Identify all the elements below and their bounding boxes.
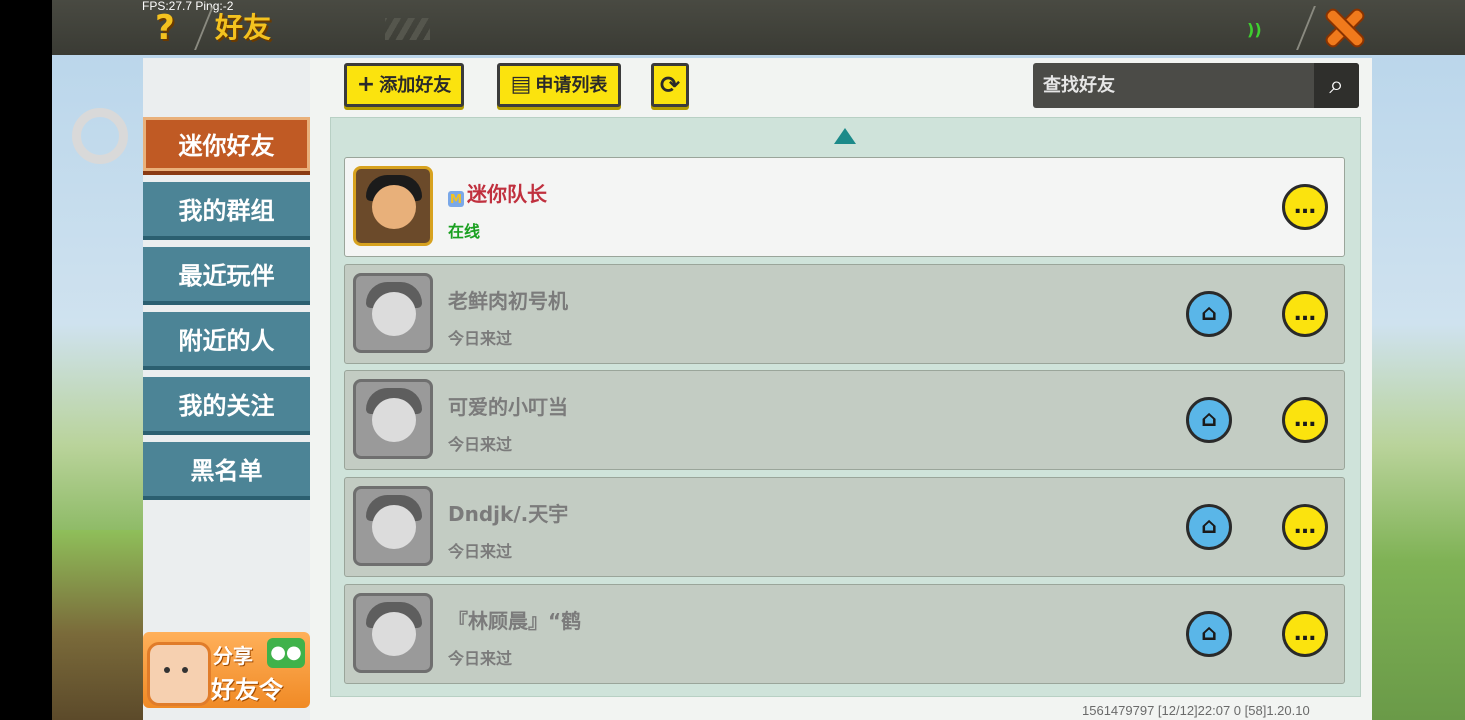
friend-name-text: 迷你队长 <box>467 182 547 206</box>
friend-status: 今日来过 <box>448 649 513 668</box>
vip-badge-icon: M <box>448 191 464 207</box>
friend-status: 在线 <box>448 222 481 241</box>
wechat-icon: ●● <box>267 638 305 668</box>
list-icon: ▤ <box>510 72 532 97</box>
friend-status: 今日来过 <box>448 435 513 454</box>
chat-button[interactable]: … <box>1282 504 1328 550</box>
plus-icon: + <box>356 72 376 97</box>
apply-list-button[interactable]: ▤ 申请列表 <box>497 63 621 107</box>
friend-name: 老鲜肉初号机 <box>448 289 568 313</box>
avatar[interactable] <box>353 273 433 353</box>
chat-button[interactable]: … <box>1282 397 1328 443</box>
friend-name: M 迷你队长 <box>448 178 547 207</box>
friend-row[interactable]: Dndjk/.天宇 今日来过 ⌂ … <box>344 477 1345 577</box>
friend-status: 今日来过 <box>448 542 513 561</box>
avatar[interactable] <box>353 486 433 566</box>
avatar[interactable] <box>353 166 433 246</box>
avatar-face <box>372 505 416 549</box>
tab-nearby[interactable]: 附近的人 <box>143 312 310 370</box>
friend-row[interactable]: M 迷你队长 在线 … <box>344 157 1345 257</box>
close-button[interactable] <box>1322 6 1366 48</box>
home-button[interactable]: ⌂ <box>1186 504 1232 550</box>
friend-row[interactable]: 老鲜肉初号机 今日来过 ⌂ … <box>344 264 1345 364</box>
search-input[interactable]: 查找好友 <box>1043 63 1115 108</box>
refresh-button[interactable]: ⟳ <box>651 63 689 107</box>
tab-blacklist[interactable]: 黑名单 <box>143 442 310 500</box>
search-box[interactable]: 查找好友 ⌕ <box>1033 63 1359 108</box>
mascot-icon <box>147 642 211 706</box>
friend-row[interactable]: 可爱的小叮当 今日来过 ⌂ … <box>344 370 1345 470</box>
signal-icon: )) <box>1247 20 1262 39</box>
refresh-icon: ⟳ <box>659 71 681 99</box>
friend-name: Dndjk/.天宇 <box>448 502 569 526</box>
tab-following[interactable]: 我的关注 <box>143 377 310 435</box>
home-button[interactable]: ⌂ <box>1186 291 1232 337</box>
avatar[interactable] <box>353 379 433 459</box>
chat-button[interactable]: … <box>1282 291 1328 337</box>
circle-button[interactable] <box>72 108 128 164</box>
chat-button[interactable]: … <box>1282 611 1328 657</box>
background-block <box>52 530 147 720</box>
friend-code-label: 好友令 <box>211 676 283 704</box>
share-friend-code-button[interactable]: 分享 ●● 好友令 <box>143 632 310 708</box>
page-title: 好友 <box>215 11 272 44</box>
avatar-face <box>372 612 416 656</box>
scroll-up-arrow-icon[interactable] <box>834 128 856 144</box>
home-button[interactable]: ⌂ <box>1186 397 1232 443</box>
avatar-face <box>372 292 416 336</box>
search-icon[interactable]: ⌕ <box>1314 63 1359 108</box>
share-label: 分享 <box>213 644 253 668</box>
decorative-stripes <box>385 18 430 40</box>
add-friend-label: 添加好友 <box>379 75 452 96</box>
friend-name: 『林顾晨』“鹤 <box>448 609 582 633</box>
apply-list-label: 申请列表 <box>535 75 608 96</box>
tab-mini-friends[interactable]: 迷你好友 <box>143 117 310 175</box>
friend-row[interactable]: 『林顾晨』“鹤 今日来过 ⌂ … <box>344 584 1345 684</box>
home-button[interactable]: ⌂ <box>1186 611 1232 657</box>
avatar-face <box>372 185 416 229</box>
avatar-face <box>372 398 416 442</box>
tab-my-groups[interactable]: 我的群组 <box>143 182 310 240</box>
avatar[interactable] <box>353 593 433 673</box>
build-info: 1561479797 [12/12]22:07 0 [58]1.20.10 <box>1082 703 1310 718</box>
friend-status: 今日来过 <box>448 329 513 348</box>
friend-name: 可爱的小叮当 <box>448 395 568 419</box>
tab-recent-players[interactable]: 最近玩伴 <box>143 247 310 305</box>
chat-button[interactable]: … <box>1282 184 1328 230</box>
add-friend-button[interactable]: + 添加好友 <box>344 63 464 107</box>
question-mark-icon[interactable]: ? <box>155 8 187 48</box>
